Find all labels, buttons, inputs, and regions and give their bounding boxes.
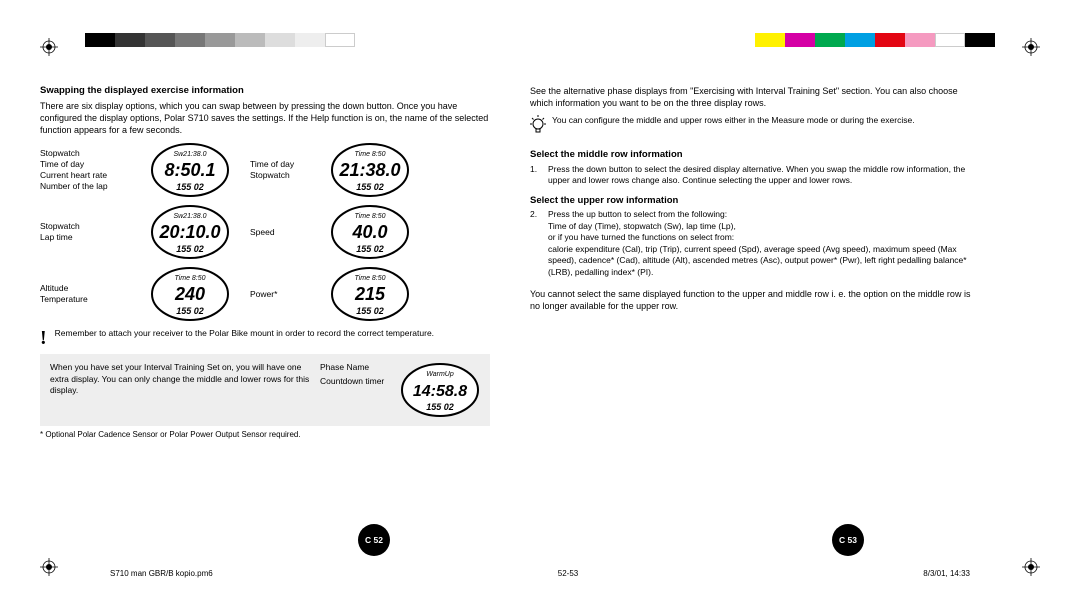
watch-display-icon: Time 8:50 215 155 02 (330, 266, 410, 322)
page-number-right: C 53 (832, 524, 864, 556)
left-heading: Swapping the displayed exercise informat… (40, 85, 490, 98)
svg-text:155 02: 155 02 (176, 182, 204, 192)
heading-upper-row: Select the upper row information (530, 195, 980, 208)
registration-mark-icon (40, 38, 58, 56)
row1-labels-a: Stopwatch Time of day Current heart rate… (40, 142, 150, 198)
svg-text:Sw21:38.0: Sw21:38.0 (173, 213, 206, 220)
footer-doc: S710 man GBR/B kopio.pm6 (110, 569, 213, 578)
footnote: * Optional Polar Cadence Sensor or Polar… (40, 430, 490, 441)
cmyk-colorbar (635, 33, 995, 47)
reminder-text: Remember to attach your receiver to the … (55, 328, 434, 339)
reminder-row: ! Remember to attach your receiver to th… (40, 328, 490, 348)
interval-text: When you have set your Interval Training… (50, 362, 310, 396)
svg-text:20:10.0: 20:10.0 (158, 222, 220, 242)
heading-middle-row: Select the middle row information (530, 149, 980, 162)
list-number: 2. (530, 209, 542, 278)
watch-display-icon: Sw21:38.0 8:50.1 155 02 (150, 142, 230, 198)
svg-text:Time 8:50: Time 8:50 (354, 151, 385, 158)
svg-text:40.0: 40.0 (351, 222, 387, 242)
left-column: Swapping the displayed exercise informat… (40, 85, 490, 447)
footer-pages: 52-53 (558, 569, 578, 578)
interval-info-box: When you have set your Interval Training… (40, 354, 490, 426)
display-options-grid: Stopwatch Time of day Current heart rate… (40, 142, 490, 322)
svg-text:155 02: 155 02 (176, 306, 204, 316)
svg-text:240: 240 (174, 284, 205, 304)
svg-text:155 02: 155 02 (356, 306, 384, 316)
watch-display-icon: Time 8:50 21:38.0 155 02 (330, 142, 410, 198)
svg-text:8:50.1: 8:50.1 (164, 160, 215, 180)
left-intro: There are six display options, which you… (40, 100, 490, 136)
row2-labels-a: Stopwatch Lap time (40, 204, 150, 260)
row3-labels-a: Altitude Temperature (40, 266, 150, 322)
footer: S710 man GBR/B kopio.pm6 52-53 8/3/01, 1… (110, 569, 970, 578)
watch-display-icon: Time 8:50 240 155 02 (150, 266, 230, 322)
up-row-item: 2. Press the up button to select from th… (530, 209, 980, 278)
right-column: See the alternative phase displays from … (530, 85, 980, 447)
document-page: Swapping the displayed exercise informat… (0, 0, 1080, 596)
svg-text:Sw21:38.0: Sw21:38.0 (173, 151, 206, 158)
svg-text:Time 8:50: Time 8:50 (354, 275, 385, 282)
registration-mark-icon (40, 558, 58, 576)
svg-text:215: 215 (354, 284, 386, 304)
footer-date: 8/3/01, 14:33 (923, 569, 970, 578)
mid-row-item: 1. Press the down button to select the d… (530, 164, 980, 187)
grayscale-colorbar (85, 33, 445, 47)
row1-labels-b: Time of day Stopwatch (240, 142, 330, 198)
watch-display-icon: Time 8:50 40.0 155 02 (330, 204, 410, 260)
lightbulb-icon (530, 115, 546, 138)
registration-mark-icon (1022, 558, 1040, 576)
registration-mark-icon (1022, 38, 1040, 56)
watch-display-icon: Sw21:38.0 20:10.0 155 02 (150, 204, 230, 260)
row2-labels-b: Speed (240, 204, 330, 260)
list-number: 1. (530, 164, 542, 187)
svg-text:Time 8:50: Time 8:50 (354, 213, 385, 220)
svg-text:21:38.0: 21:38.0 (338, 160, 400, 180)
upper-row-note: You cannot select the same displayed fun… (530, 288, 980, 312)
watch-display-icon: WarmUp 14:58.8 155 02 (400, 362, 480, 418)
page-number-left: C 52 (358, 524, 390, 556)
svg-text:155 02: 155 02 (356, 182, 384, 192)
tip-text: You can configure the middle and upper r… (552, 115, 915, 126)
svg-text:155 02: 155 02 (426, 402, 454, 412)
row3-labels-b: Power* (240, 266, 330, 322)
svg-text:155 02: 155 02 (176, 244, 204, 254)
svg-text:WarmUp: WarmUp (426, 371, 454, 378)
tip-row: You can configure the middle and upper r… (530, 115, 980, 138)
svg-text:14:58.8: 14:58.8 (413, 383, 467, 400)
right-intro: See the alternative phase displays from … (530, 85, 980, 109)
exclamation-icon: ! (40, 328, 47, 348)
svg-text:Time 8:50: Time 8:50 (174, 275, 205, 282)
interval-labels: Phase Name Countdown timer (320, 362, 390, 387)
svg-text:155 02: 155 02 (356, 244, 384, 254)
